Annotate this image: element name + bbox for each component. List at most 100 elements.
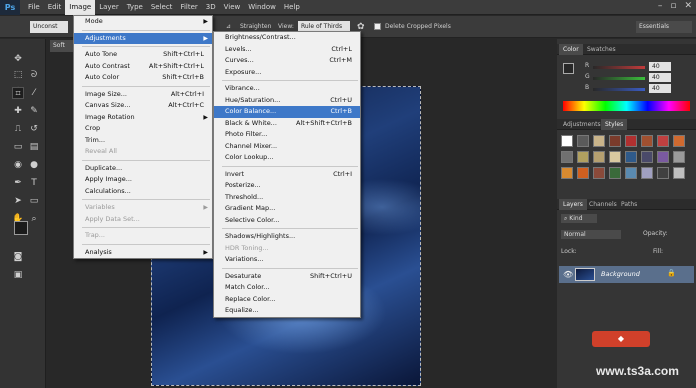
style-swatch[interactable] [593,167,605,179]
channel-slider-r[interactable] [593,63,645,71]
minimize-icon[interactable]: – [658,1,663,11]
style-swatch[interactable] [593,135,605,147]
menu-item-auto-color[interactable]: Auto Color Shift+Ctrl+B [74,72,212,84]
crop-tool-icon[interactable]: ⌗ [12,87,24,99]
style-swatch[interactable] [657,151,669,163]
menu-item-desaturate[interactable]: Desaturate Shift+Ctrl+U [214,271,360,283]
channel-value-r[interactable]: 40 [649,62,671,71]
zoom-tool-icon[interactable]: ⌕ [28,213,40,225]
shape-tool-icon[interactable]: ▭ [28,195,40,207]
slider-track[interactable] [593,66,645,69]
style-swatch[interactable] [673,167,685,179]
menu-item-trim[interactable]: Trim... [74,135,212,147]
menu-select[interactable]: Select [147,0,177,15]
move-tool-icon[interactable]: ✥ [12,53,24,65]
lasso-tool-icon[interactable]: ᘐ [28,69,40,81]
menu-help[interactable]: Help [280,0,304,15]
tab-paths[interactable]: Paths [617,199,641,210]
tab-channels[interactable]: Channels [585,199,621,210]
menu-item-curves[interactable]: Curves... Ctrl+M [214,55,360,67]
style-swatch[interactable] [561,167,573,179]
menu-item-image-rotation[interactable]: Image Rotation ▶ [74,112,212,124]
crop-ratio-select[interactable]: Unconst [30,21,68,33]
history-brush-icon[interactable]: ↺ [28,123,40,135]
channel-slider-g[interactable] [593,74,645,82]
tab-color[interactable]: Color [559,44,583,55]
type-tool-icon[interactable]: T [28,177,40,189]
style-swatch[interactable] [577,167,589,179]
brush-icon[interactable]: ✎ [28,105,40,117]
menu-item-duplicate[interactable]: Duplicate... [74,163,212,175]
style-swatch[interactable] [609,135,621,147]
eyedropper-icon[interactable]: ⁄ [28,87,40,99]
tab-layers[interactable]: Layers [559,199,587,210]
screen-mode-icon[interactable]: ▣ [12,269,24,281]
workspace-select[interactable]: Essentials [636,21,692,33]
menu-file[interactable]: File [24,0,44,15]
menu-layer[interactable]: Layer [95,0,123,15]
pen-icon[interactable]: ✒ [12,177,24,189]
style-swatch[interactable] [657,167,669,179]
menu-item-hue-saturation[interactable]: Hue/Saturation... Ctrl+U [214,95,360,107]
blur-icon[interactable]: ◉ [12,159,24,171]
menu-item-image-size[interactable]: Image Size... Alt+Ctrl+I [74,89,212,101]
menu-item-gradient-map[interactable]: Gradient Map... [214,203,360,215]
channel-slider-b[interactable] [593,85,645,93]
menu-item-levels[interactable]: Levels... Ctrl+L [214,44,360,56]
menu-window[interactable]: Window [244,0,280,15]
menu-view[interactable]: View [220,0,245,15]
channel-value-g[interactable]: 40 [649,73,671,82]
menu-item-calculations[interactable]: Calculations... [74,186,212,198]
path-select-icon[interactable]: ➤ [12,195,24,207]
layer-name[interactable]: Background [601,270,640,278]
tab-swatches[interactable]: Swatches [583,44,620,55]
menu-item-black-white[interactable]: Black & White... Alt+Shift+Ctrl+B [214,118,360,130]
menu-item-photo-filter[interactable]: Photo Filter... [214,129,360,141]
menu-item-equalize[interactable]: Equalize... [214,305,360,317]
menu-item-replace-color[interactable]: Replace Color... [214,294,360,306]
tab-adjustments[interactable]: Adjustments [559,119,605,130]
menu-item-selective-color[interactable]: Selective Color... [214,215,360,227]
menu-item-exposure[interactable]: Exposure... [214,67,360,79]
style-swatch[interactable] [625,167,637,179]
menu-item-variations[interactable]: Variations... [214,254,360,266]
menu-type[interactable]: Type [123,0,147,15]
color-spectrum[interactable] [563,101,690,111]
slider-track[interactable] [593,88,645,91]
menu-item-auto-contrast[interactable]: Auto Contrast Alt+Shift+Ctrl+L [74,61,212,73]
tab-styles[interactable]: Styles [601,119,628,130]
slider-track[interactable] [593,77,645,80]
style-swatch[interactable] [641,167,653,179]
menu-item-threshold[interactable]: Threshold... [214,192,360,204]
menu-item-match-color[interactable]: Match Color... [214,282,360,294]
visibility-eye-icon[interactable]: 👁 [563,270,573,279]
menu-item-apply-image[interactable]: Apply Image... [74,174,212,186]
foreground-color-swatch[interactable] [14,221,28,235]
style-swatch[interactable] [625,135,637,147]
delete-cropped-checkbox[interactable] [374,23,381,30]
quick-mask-icon[interactable]: ◙ [12,251,24,263]
style-swatch[interactable] [657,135,669,147]
style-swatch[interactable] [625,151,637,163]
menu-item-canvas-size[interactable]: Canvas Size... Alt+Ctrl+C [74,100,212,112]
menu-item-vibrance[interactable]: Vibrance... [214,83,360,95]
style-swatch[interactable] [577,135,589,147]
style-swatch[interactable] [561,151,573,163]
style-swatch[interactable] [593,151,605,163]
marquee-tool-icon[interactable]: ⬚ [12,69,24,81]
style-swatch[interactable] [609,167,621,179]
menu-edit[interactable]: Edit [44,0,66,15]
gradient-icon[interactable]: ▤ [28,141,40,153]
panel-foreground-swatch[interactable] [563,63,574,74]
menu-item-invert[interactable]: Invert Ctrl+I [214,169,360,181]
eraser-icon[interactable]: ▭ [12,141,24,153]
menu-item-crop[interactable]: Crop [74,123,212,135]
layer-filter-select[interactable]: ⌕ Kind [561,214,597,223]
menu-item-color-balance[interactable]: Color Balance... Ctrl+B [214,106,360,118]
menu-item-channel-mixer[interactable]: Channel Mixer... [214,141,360,153]
style-swatch[interactable] [641,135,653,147]
document-tab[interactable]: Soft [50,40,74,52]
blend-mode-select[interactable]: Normal [561,230,621,239]
style-swatch[interactable] [641,151,653,163]
healing-brush-icon[interactable]: ✚ [12,105,24,117]
